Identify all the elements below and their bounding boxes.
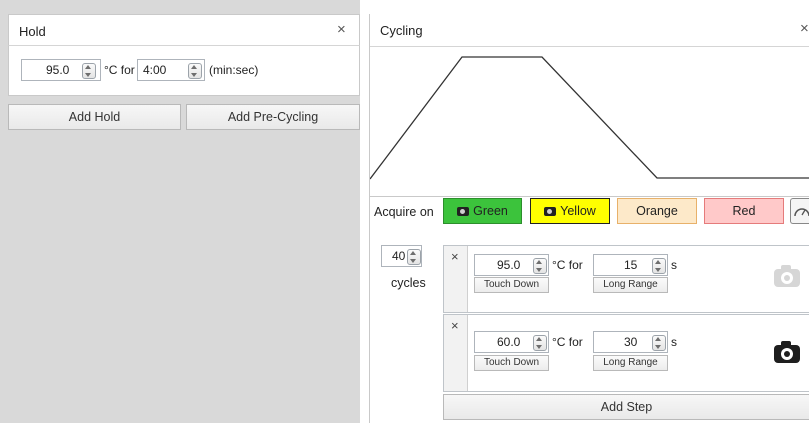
cycling-title: Cycling: [380, 23, 423, 38]
hold-temperature-value: 95.0: [46, 63, 70, 77]
step-1-sidebar: ×: [444, 246, 468, 312]
profile-divider: [370, 196, 809, 197]
channel-red-label: Red: [732, 204, 756, 218]
step-2-temperature-value: 60.0: [497, 335, 521, 349]
channel-orange-label: Orange: [636, 204, 678, 218]
channel-green-label: Green: [473, 204, 508, 218]
step-2-acquire-camera-icon[interactable]: [774, 341, 800, 363]
channel-yellow-button[interactable]: Yellow: [530, 198, 610, 224]
step-1-long-range-button[interactable]: Long Range: [593, 277, 668, 293]
cycling-step-1: × 95.0 °C for 15 s Touch Down Long Range: [443, 245, 809, 313]
step-1-temp-unit: °C for: [552, 258, 583, 272]
hold-close-icon[interactable]: ×: [337, 21, 346, 38]
step-1-acquire-camera-icon[interactable]: [774, 265, 800, 287]
cycles-label: cycles: [391, 276, 426, 290]
camera-icon: [544, 207, 557, 216]
step-1-temperature-spinner-icon[interactable]: [533, 258, 547, 274]
step-2-duration-unit: s: [671, 335, 677, 349]
camera-icon: [457, 207, 470, 216]
step-1-temperature-input[interactable]: 95.0: [474, 254, 549, 276]
add-step-button[interactable]: Add Step: [443, 394, 809, 420]
step-1-duration-spinner-icon[interactable]: [652, 258, 666, 274]
hold-title: Hold: [19, 24, 46, 39]
cycles-spinner-icon[interactable]: [407, 249, 421, 265]
hold-time-value: 4:00: [143, 63, 167, 77]
temperature-profile-graph: [370, 56, 809, 180]
step-2-remove-icon[interactable]: ×: [451, 318, 459, 333]
acquire-on-label: Acquire on: [374, 205, 434, 219]
cycles-value: 40: [392, 249, 406, 263]
step-2-touch-down-button[interactable]: Touch Down: [474, 355, 549, 371]
step-1-duration-input[interactable]: 15: [593, 254, 668, 276]
step-2-long-range-button[interactable]: Long Range: [593, 355, 668, 371]
add-precycling-button[interactable]: Add Pre-Cycling: [186, 104, 360, 130]
temperature-profile-line: [370, 56, 809, 180]
cycles-input[interactable]: 40: [381, 245, 422, 267]
channel-orange-button[interactable]: Orange: [617, 198, 697, 224]
cycling-close-icon[interactable]: ×: [800, 20, 809, 37]
step-1-remove-icon[interactable]: ×: [451, 249, 459, 264]
step-2-sidebar: ×: [444, 315, 468, 391]
hold-panel: Hold × 95.0 °C for 4:00 (min:sec) Add Ho…: [0, 0, 360, 423]
step-1-temperature-value: 95.0: [497, 258, 521, 272]
step-2-duration-value: 30: [624, 335, 638, 349]
hold-time-input[interactable]: 4:00: [137, 59, 205, 81]
hold-temperature-input[interactable]: 95.0: [21, 59, 101, 81]
gain-button[interactable]: [790, 198, 809, 224]
hold-temperature-spinner-icon[interactable]: [82, 63, 96, 79]
hold-body: 95.0 °C for 4:00 (min:sec): [8, 46, 360, 96]
channel-green-button[interactable]: Green: [443, 198, 522, 224]
step-2-temp-unit: °C for: [552, 335, 583, 349]
hold-temp-unit: °C for: [104, 63, 135, 77]
channel-yellow-label: Yellow: [560, 204, 596, 218]
step-1-duration-value: 15: [624, 258, 638, 272]
step-2-duration-input[interactable]: 30: [593, 331, 668, 353]
hold-time-spinner-icon[interactable]: [188, 63, 202, 79]
hold-time-unit: (min:sec): [209, 63, 259, 77]
cycling-step-2: × 60.0 °C for 30 s Touch Down Long Range: [443, 314, 809, 392]
step-2-temperature-input[interactable]: 60.0: [474, 331, 549, 353]
step-1-touch-down-button[interactable]: Touch Down: [474, 277, 549, 293]
gauge-icon: [794, 208, 809, 217]
cycling-panel: Cycling × Acquire on Green Yellow Orange…: [369, 14, 809, 423]
add-hold-button[interactable]: Add Hold: [8, 104, 181, 130]
step-2-temperature-spinner-icon[interactable]: [533, 335, 547, 351]
hold-header: Hold ×: [8, 14, 360, 46]
channel-red-button[interactable]: Red: [704, 198, 784, 224]
step-2-duration-spinner-icon[interactable]: [652, 335, 666, 351]
step-1-duration-unit: s: [671, 258, 677, 272]
